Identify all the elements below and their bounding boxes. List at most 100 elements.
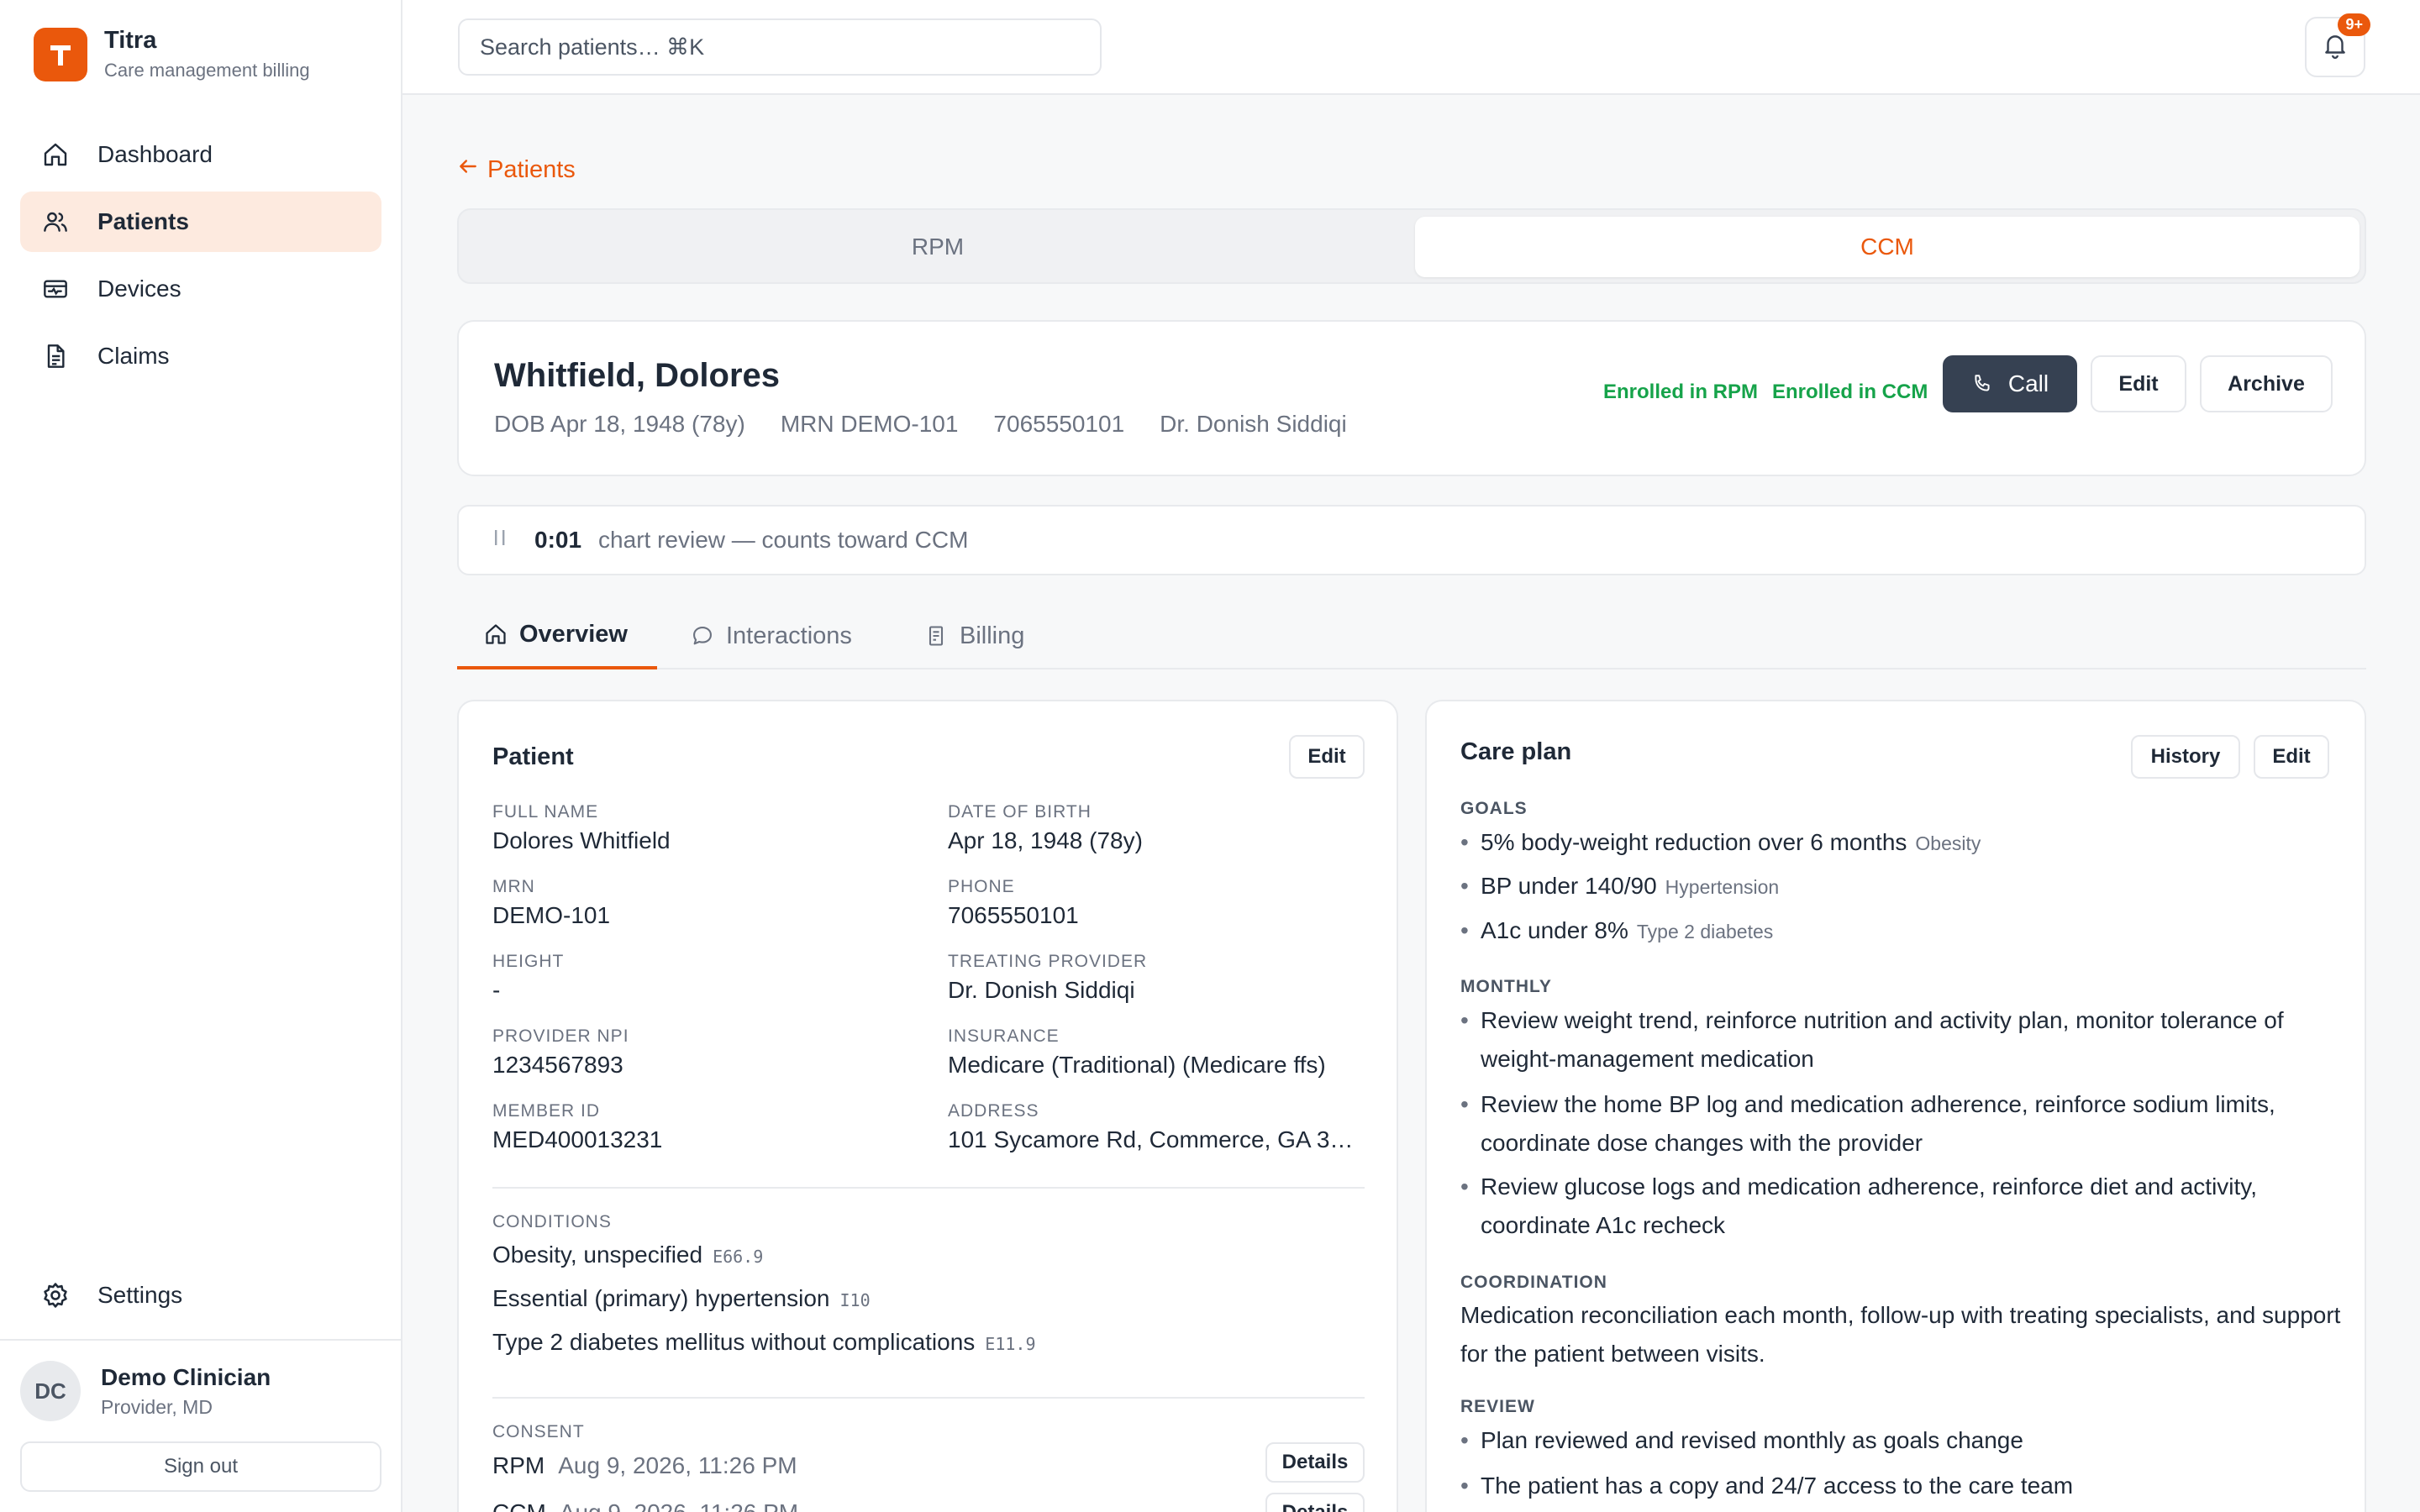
section-divider (492, 1187, 1365, 1189)
field-value: Apr 18, 1948 (78y) (948, 827, 1143, 853)
enrolled-rpm-badge: Enrolled in RPM (1603, 381, 1759, 403)
consent-date: Aug 9, 2026, 11:26 PM (560, 1499, 798, 1512)
tab-label: Billing (960, 622, 1025, 649)
users-icon (40, 207, 71, 237)
field-value: Dr. Donish Siddiqi (948, 977, 1135, 1003)
nav-item-settings[interactable]: Settings (20, 1265, 381, 1326)
field-label: MRN (492, 877, 535, 896)
pause-icon[interactable] (492, 527, 509, 554)
call-label: Call (2007, 370, 2049, 396)
review-item: Plan reviewed and revised monthly as goa… (1460, 1421, 2343, 1460)
field-phone: PHONE 7065550101 (948, 877, 1368, 929)
field-label: MEMBER ID (492, 1101, 601, 1121)
field-value: DEMO-101 (492, 902, 611, 928)
monthly-item: Review the home BP log and medication ad… (1460, 1085, 2343, 1163)
settings-link[interactable]: Settings (20, 1265, 381, 1332)
brand-name: Titra (104, 27, 157, 54)
gear-icon (40, 1280, 71, 1310)
coordination-label: COORDINATION (1460, 1273, 1607, 1292)
monthly-label: MONTHLY (1460, 977, 1552, 996)
search-input[interactable]: Search patients… ⌘K (458, 18, 1102, 76)
field-label: INSURANCE (948, 1026, 1060, 1046)
tab-interactions[interactable]: Interactions (691, 602, 852, 669)
coordination-text: Medication reconciliation each month, fo… (1460, 1302, 2341, 1367)
field-full-name: FULL NAME Dolores Whitfield (492, 802, 913, 854)
tab-overview[interactable]: Overview (457, 602, 657, 669)
monthly-item: Review weight trend, reinforce nutrition… (1460, 1001, 2343, 1079)
user-profile[interactable]: DC Demo Clinician Provider, MD (20, 1361, 271, 1421)
consent-program: RPM (492, 1452, 545, 1478)
program-tab-rpm[interactable]: RPM (466, 217, 1410, 277)
device-icon (40, 274, 71, 304)
document-icon (40, 341, 71, 371)
field-label: FULL NAME (492, 802, 599, 822)
field-label: PROVIDER NPI (492, 1026, 629, 1046)
field-value: Medicare (Traditional) (Medicare ffs) (948, 1052, 1326, 1078)
edit-patient-info-button[interactable]: Edit (1289, 735, 1365, 779)
detail-tabs: Overview Interactions Billing (457, 602, 2366, 669)
condition-name: Type 2 diabetes mellitus without complic… (492, 1329, 976, 1355)
condition-item: Obesity, unspecified E66.9 (492, 1242, 763, 1268)
home-icon (40, 139, 71, 170)
program-tab-ccm[interactable]: CCM (1415, 217, 2360, 277)
titra-logo-icon (34, 27, 87, 81)
consent-date: Aug 9, 2026, 11:26 PM (558, 1452, 797, 1478)
field-label: PHONE (948, 877, 1015, 896)
enrolled-ccm-badge: Enrolled in CCM (1772, 381, 1928, 403)
field-value: 7065550101 (948, 902, 1079, 928)
timer-elapsed: 0:01 (534, 527, 582, 553)
topbar: Search patients… ⌘K 9+ (402, 0, 2420, 95)
sign-out-button[interactable]: Sign out (20, 1441, 381, 1492)
patient-dob: DOB Apr 18, 1948 (78y) (494, 411, 745, 437)
patient-meta: DOB Apr 18, 1948 (78y) MRN DEMO-101 7065… (494, 411, 1347, 438)
nav-item-patients[interactable]: Patients (20, 192, 381, 252)
call-button[interactable]: Call (1943, 355, 2077, 412)
phone-icon (1971, 373, 1993, 395)
care-plan-edit-button[interactable]: Edit (2254, 735, 2329, 779)
chat-bubble-icon (691, 624, 714, 648)
timer-label: chart review — counts toward CCM (598, 527, 969, 553)
archive-button[interactable]: Archive (2200, 355, 2333, 412)
notifications-button[interactable]: 9+ (2305, 13, 2370, 77)
edit-patient-button[interactable]: Edit (2091, 355, 2186, 412)
goal-text: A1c under 8% (1481, 917, 1628, 943)
field-provider-npi: PROVIDER NPI 1234567893 (492, 1026, 913, 1079)
consent-row-rpm: RPM Aug 9, 2026, 11:26 PM (492, 1452, 797, 1479)
field-value: - (492, 977, 501, 1003)
field-height: HEIGHT - (492, 952, 913, 1004)
patient-info-card: Patient Edit FULL NAME Dolores Whitfield… (457, 700, 1398, 1512)
field-value: 1234567893 (492, 1052, 623, 1078)
field-label: DATE OF BIRTH (948, 802, 1092, 822)
field-mrn: MRN DEMO-101 (492, 877, 913, 929)
field-address: ADDRESS 101 Sycamore Rd, Commerce, GA 3… (948, 1101, 1368, 1153)
patient-panel-title: Patient (492, 743, 574, 770)
tab-billing[interactable]: Billing (924, 602, 1024, 669)
nav-item-claims[interactable]: Claims (20, 326, 381, 386)
nav-item-devices[interactable]: Devices (20, 259, 381, 319)
nav-item-dashboard[interactable]: Dashboard (20, 124, 381, 185)
monthly-item: Review glucose logs and medication adher… (1460, 1168, 2343, 1245)
home-icon (484, 622, 508, 646)
sidebar: Titra Care management billing Dashboard … (0, 0, 402, 1512)
back-to-patients-link[interactable]: Patients (457, 155, 576, 184)
condition-item: Type 2 diabetes mellitus without complic… (492, 1329, 1036, 1356)
patient-name: Whitfield, Dolores (494, 357, 780, 394)
arrow-left-icon (457, 155, 479, 184)
section-divider (492, 1397, 1365, 1399)
avatar: DC (20, 1361, 81, 1421)
consent-details-button[interactable]: Details (1265, 1493, 1365, 1512)
patient-mrn: MRN DEMO-101 (780, 411, 959, 437)
field-value: Dolores Whitfield (492, 827, 671, 853)
patient-header-card: Whitfield, Dolores DOB Apr 18, 1948 (78y… (457, 320, 2366, 476)
condition-code: E66.9 (713, 1247, 764, 1267)
nav-label: Devices (97, 276, 182, 302)
receipt-icon (924, 624, 948, 648)
care-plan-history-button[interactable]: History (2131, 735, 2240, 779)
brand[interactable]: Titra Care management billing (34, 27, 310, 81)
field-label: HEIGHT (492, 952, 565, 971)
patient-provider: Dr. Donish Siddiqi (1160, 411, 1347, 437)
care-plan-title: Care plan (1460, 738, 1572, 765)
program-switcher: RPM CCM (457, 208, 2366, 284)
consent-details-button[interactable]: Details (1265, 1442, 1365, 1483)
field-insurance: INSURANCE Medicare (Traditional) (Medica… (948, 1026, 1368, 1079)
